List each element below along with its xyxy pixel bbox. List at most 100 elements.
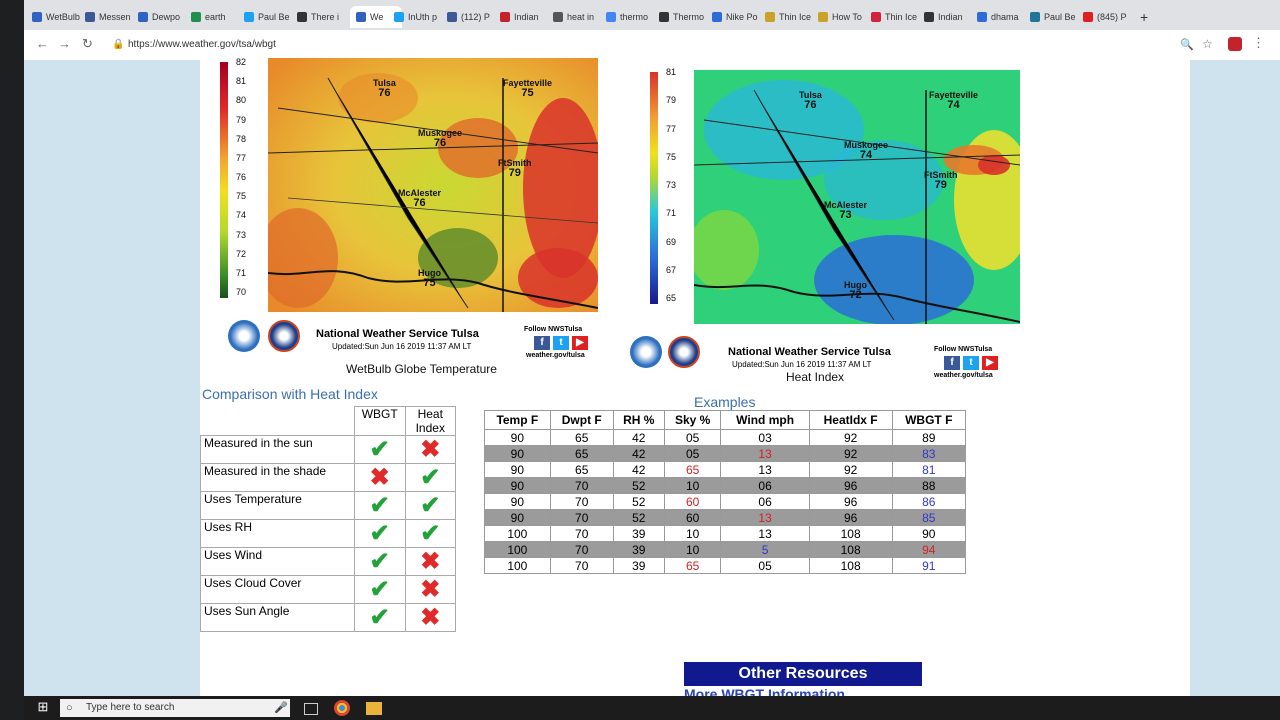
examples-header-cell: RH % <box>612 410 665 430</box>
browser-tab[interactable]: WetBulb <box>32 6 84 28</box>
scale-tick-label: 79 <box>236 114 247 125</box>
scale-tick-label: 69 <box>666 236 677 247</box>
browser-tab[interactable]: Paul Be <box>244 6 296 28</box>
wbgt-map-site[interactable]: weather.gov/tulsa <box>526 352 585 359</box>
map-city-label: Tulsa 76 <box>373 78 396 99</box>
nws-logo <box>268 320 300 352</box>
examples-header-cell: HeatIdx F <box>808 410 893 430</box>
examples-row: 90 70 52 60 06 96 86 <box>484 493 967 510</box>
examples-cell: 42 <box>612 461 665 478</box>
chrome-icon[interactable] <box>334 700 350 716</box>
city-value: 75 <box>521 87 534 99</box>
file-explorer-icon[interactable] <box>366 702 382 715</box>
menu-dots-icon[interactable]: ⋮ <box>1252 35 1265 51</box>
examples-header-cell: Temp F <box>484 410 551 430</box>
examples-row: 100 70 39 65 05 108 91 <box>484 557 967 574</box>
browser-tab-label: Nike Po <box>726 12 758 22</box>
twitter-icon[interactable]: t <box>553 336 569 350</box>
browser-tab-label: (112) P <box>461 12 490 22</box>
examples-row: 100 70 39 10 5 108 94 <box>484 541 967 558</box>
extension-icon[interactable] <box>1228 37 1242 51</box>
city-value: 76 <box>413 197 426 209</box>
browser-tab[interactable]: Nike Po <box>712 6 764 28</box>
forward-arrow-icon[interactable]: → <box>58 36 71 51</box>
bookmark-star-icon[interactable]: ☆ <box>1202 37 1213 51</box>
examples-cell: 70 <box>549 493 614 510</box>
task-view-icon[interactable] <box>304 703 318 715</box>
reload-icon[interactable]: ↻ <box>82 36 93 52</box>
examples-cell: 83 <box>891 445 967 462</box>
taskbar-search-box[interactable]: ○ Type here to search <box>60 699 290 717</box>
news-icon <box>500 12 510 22</box>
comparison-row: Uses RH ✔ ✔ <box>200 519 457 548</box>
browser-tab[interactable]: InUth p <box>394 6 446 28</box>
examples-cell: 60 <box>663 509 722 526</box>
check-mark-icon: ✔ <box>420 491 441 519</box>
zoom-icon[interactable]: 🔍 <box>1180 38 1194 51</box>
back-arrow-icon[interactable]: ← <box>36 36 49 51</box>
heat-index-map-updated: Updated:Sun Jun 16 2019 11:37 AM LT <box>732 360 872 369</box>
comparison-row: Uses Sun Angle ✔ ✖ <box>200 603 457 632</box>
browser-tab[interactable]: Messen <box>85 6 137 28</box>
scale-tick-label: 78 <box>236 133 247 144</box>
examples-cell: 42 <box>612 429 665 446</box>
browser-tab-label: InUth p <box>408 12 438 22</box>
scale-tick-label: 67 <box>666 264 677 275</box>
new-tab-button[interactable]: + <box>1140 6 1148 28</box>
browser-tab-label: Paul Be <box>1044 12 1076 22</box>
browser-tab[interactable]: Thermo <box>659 6 711 28</box>
browser-tab[interactable]: dhama <box>977 6 1029 28</box>
browser-tab[interactable]: Indian <box>500 6 552 28</box>
examples-cell: 06 <box>720 493 810 510</box>
comparison-row-label: Uses Wind <box>200 547 355 576</box>
facebook-icon[interactable]: f <box>944 356 960 370</box>
examples-cell: 88 <box>891 477 967 494</box>
browser-tab-strip: WetBulb Messen Dewpo earth Paul Be There i We I… <box>24 0 1280 30</box>
scale-tick-label: 65 <box>666 293 677 303</box>
browser-tab[interactable]: Thin Ice <box>765 6 817 28</box>
browser-tab[interactable]: Dewpo <box>138 6 190 28</box>
wbgt-scale-bar <box>220 62 228 298</box>
wbgt-map-caption: WetBulb Globe Temperature <box>346 362 497 376</box>
examples-cell: 06 <box>720 477 810 494</box>
youtube-icon[interactable]: ▶ <box>572 336 588 350</box>
examples-cell: 13 <box>720 525 810 542</box>
browser-tab[interactable]: Thin Ice <box>871 6 923 28</box>
examples-row: 90 65 42 05 03 92 89 <box>484 429 967 446</box>
url-field[interactable]: https://www.weather.gov/tsa/wbgt <box>128 39 276 50</box>
microphone-icon[interactable]: 🎤 <box>274 701 292 719</box>
x-mark-icon: ✖ <box>369 463 390 491</box>
examples-cell: 5 <box>720 541 810 558</box>
youtube-icon[interactable]: ▶ <box>982 356 998 370</box>
examples-cell: 92 <box>808 461 893 478</box>
page-icon <box>871 12 881 22</box>
city-value: 79 <box>508 167 521 179</box>
browser-tab[interactable]: thermo <box>606 6 658 28</box>
browser-tab[interactable]: Indian <box>924 6 976 28</box>
browser-tab[interactable]: heat in <box>553 6 605 28</box>
page-icon <box>924 12 934 22</box>
facebook-icon[interactable]: f <box>534 336 550 350</box>
examples-cell: 85 <box>891 509 967 526</box>
browser-tab[interactable]: How To <box>818 6 870 28</box>
monitor-bezel <box>0 0 24 720</box>
check-mark-icon: ✔ <box>369 491 390 519</box>
examples-cell: 96 <box>808 509 893 526</box>
examples-row: 90 65 42 65 13 92 81 <box>484 461 967 478</box>
browser-tab[interactable]: There i <box>297 6 349 28</box>
browser-tab[interactable]: Paul Be <box>1030 6 1082 28</box>
windows-start-icon[interactable]: ⊞ <box>34 699 52 717</box>
browser-tab-label: Dewpo <box>152 12 181 22</box>
browser-tab[interactable]: (112) P <box>447 6 499 28</box>
browser-tab[interactable]: (845) P <box>1083 6 1135 28</box>
page-icon <box>765 12 775 22</box>
browser-tab-label: Messen <box>99 12 131 22</box>
heat-index-map-site[interactable]: weather.gov/tulsa <box>934 372 993 379</box>
browser-tab[interactable]: earth <box>191 6 243 28</box>
x-mark-icon: ✖ <box>420 575 441 603</box>
browser-tab-label: WetBulb <box>46 12 80 22</box>
examples-title: Examples <box>694 394 756 410</box>
twitter-icon[interactable]: t <box>963 356 979 370</box>
examples-row: 90 70 52 60 13 96 85 <box>484 509 967 526</box>
x-mark-icon: ✖ <box>420 547 441 575</box>
